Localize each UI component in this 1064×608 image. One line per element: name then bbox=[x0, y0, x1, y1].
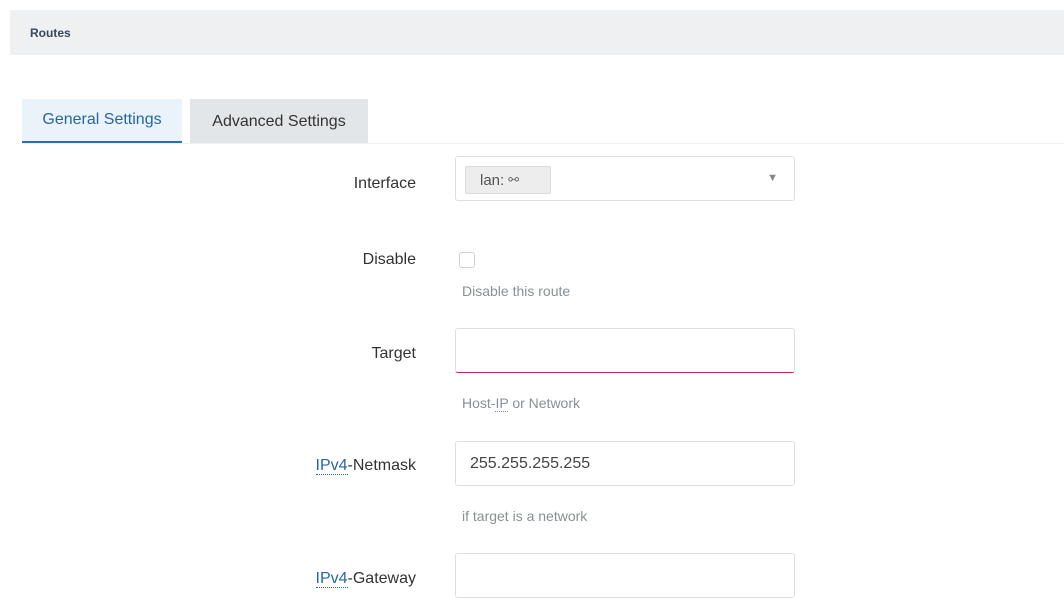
gateway-label-abbr: IPv4 bbox=[315, 570, 348, 588]
target-field[interactable] bbox=[455, 328, 795, 373]
interface-select[interactable]: lan: ⚯ ▼ bbox=[455, 156, 795, 201]
network-interface-icon: ⚯ bbox=[508, 172, 519, 187]
netmask-input[interactable] bbox=[456, 442, 794, 485]
tab-advanced-settings[interactable]: Advanced Settings bbox=[190, 99, 368, 144]
disable-checkbox[interactable] bbox=[459, 252, 475, 268]
netmask-label-abbr: IPv4 bbox=[315, 457, 348, 475]
target-label: Target bbox=[371, 345, 416, 362]
chevron-down-icon: ▼ bbox=[767, 172, 778, 184]
netmask-label-suffix: -Netmask bbox=[347, 457, 416, 474]
section-header: Routes bbox=[10, 10, 1064, 55]
gateway-field[interactable] bbox=[455, 553, 795, 598]
interface-selected-value: lan: bbox=[480, 171, 505, 189]
target-hint-abbr: IP bbox=[495, 395, 509, 412]
section-title: Routes bbox=[30, 25, 71, 40]
target-hint: Host-IP or Network bbox=[462, 395, 581, 412]
disable-label: Disable bbox=[362, 251, 416, 268]
netmask-field[interactable] bbox=[455, 441, 795, 486]
tab-general-settings[interactable]: General Settings bbox=[22, 99, 182, 144]
netmask-hint: if target is a network bbox=[462, 508, 588, 524]
target-hint-suffix: or Network bbox=[508, 395, 581, 411]
tab-bar: General Settings Advanced Settings bbox=[22, 99, 368, 144]
target-input[interactable] bbox=[456, 329, 794, 372]
target-hint-prefix: Host- bbox=[462, 395, 496, 411]
gateway-label-suffix: -Gateway bbox=[347, 570, 416, 587]
netmask-label: IPv4-Netmask bbox=[200, 457, 416, 475]
interface-selected-chip: lan: ⚯ bbox=[465, 166, 551, 194]
gateway-input[interactable] bbox=[456, 554, 794, 597]
gateway-label: IPv4-Gateway bbox=[200, 570, 416, 588]
disable-hint: Disable this route bbox=[462, 283, 571, 299]
tab-divider bbox=[22, 143, 1064, 144]
interface-label: Interface bbox=[353, 175, 416, 192]
